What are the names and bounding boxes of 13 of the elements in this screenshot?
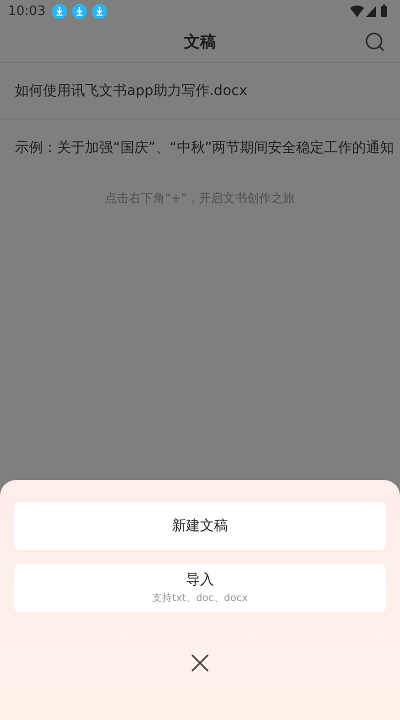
download-notification-icon (72, 4, 88, 18)
close-button[interactable] (189, 652, 211, 674)
sheet-option-button[interactable]: 导入 支持txt、doc、docx (14, 564, 386, 612)
status-icons (350, 4, 390, 18)
document-item[interactable]: 如何使用讯飞文书app助力写作.docx (15, 82, 248, 100)
download-notification-icon (52, 4, 68, 18)
download-notification-icon (92, 4, 108, 18)
status-time: 10:03 (8, 4, 46, 18)
page-title: 文稿 (184, 32, 216, 52)
sheet-option-button[interactable]: 新建文稿 (14, 502, 386, 550)
document-item[interactable]: 示例：关于加强“国庆”、“中秋”两节期间安全稳定工作的通知 (15, 139, 394, 157)
close-icon (189, 652, 211, 674)
search-icon[interactable] (364, 31, 386, 53)
